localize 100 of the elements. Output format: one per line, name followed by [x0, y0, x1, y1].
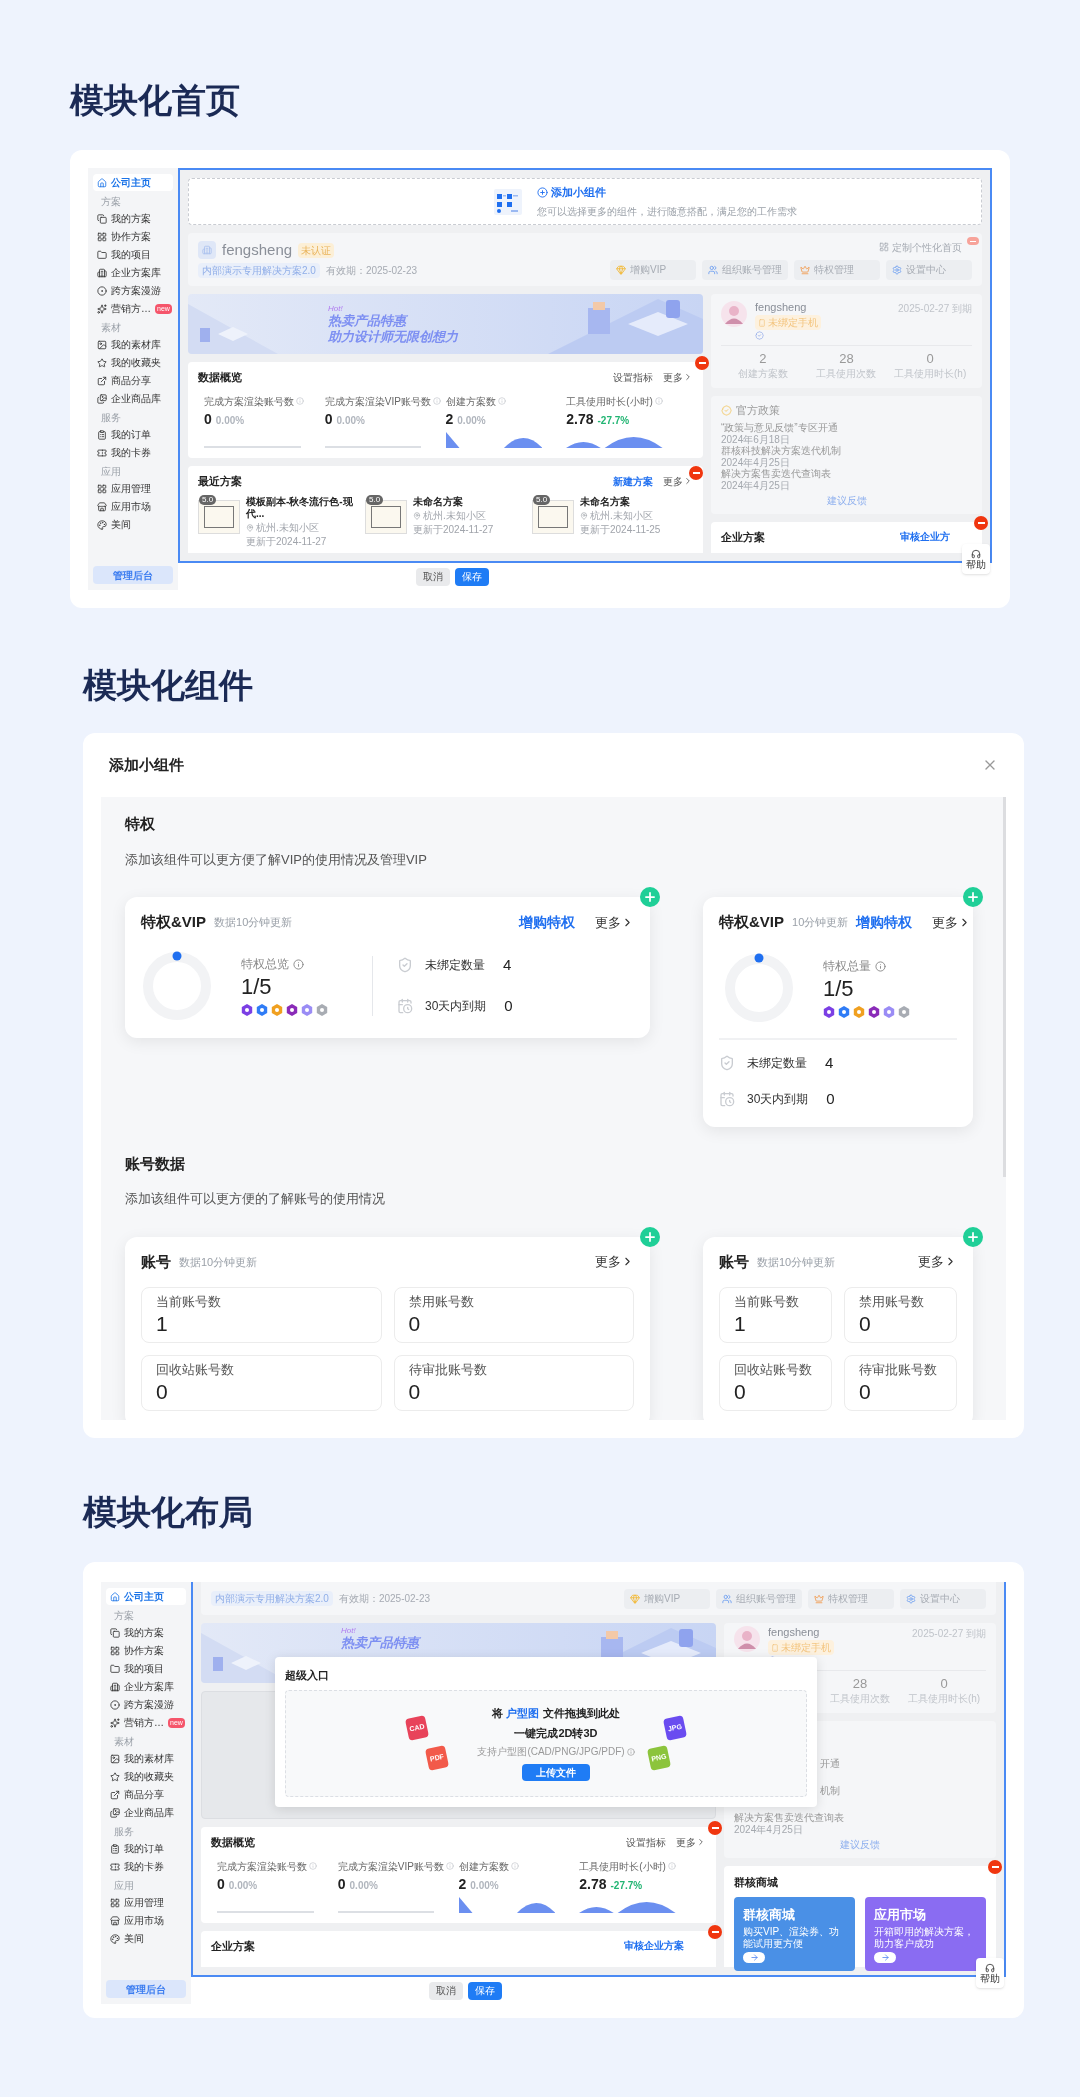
sidebar-item[interactable]: 我的方案	[93, 210, 173, 227]
sidebar-item[interactable]: 我的卡券	[93, 444, 173, 461]
remove-button[interactable]	[974, 515, 988, 530]
info-icon	[296, 397, 304, 405]
review-link[interactable]: 审核企业方案	[624, 1938, 684, 1953]
card-title: 最近方案	[198, 474, 242, 489]
gem-icon	[630, 1593, 640, 1604]
add-widget-panel[interactable]: 添加小组件 您可以选择更多的组件，进行随意搭配，满足您的工作需求	[188, 178, 982, 225]
help-button[interactable]: 帮助	[962, 544, 990, 574]
more-link[interactable]: 更多	[595, 912, 634, 932]
more-link[interactable]: 更多	[663, 369, 693, 385]
add-button[interactable]	[963, 1226, 983, 1247]
tile-value: 0	[734, 1379, 747, 1405]
sidebar-group-label: 方案	[113, 1609, 134, 1623]
arrow-button[interactable]	[874, 1952, 896, 1963]
policy-date: 2024年4月25日	[721, 479, 791, 491]
new-plan-link[interactable]: 新建方案	[613, 473, 653, 489]
sidebar-item[interactable]: 我的方案	[106, 1624, 186, 1641]
arrow-button[interactable]	[743, 1952, 765, 1963]
save-button[interactable]: 保存	[455, 567, 489, 586]
sidebar-item[interactable]: 我的项目	[93, 246, 173, 263]
sidebar-item[interactable]: 我的项目	[106, 1660, 186, 1677]
plan-item[interactable]: 5.0 未命名方案 杭州.未知小区 更新于2024-11-27	[365, 495, 526, 548]
metric-change: 0.00%	[336, 413, 365, 428]
level-badge-icon	[301, 1004, 313, 1016]
sidebar-item[interactable]: 美间	[106, 1930, 186, 1947]
set-metrics-link[interactable]: 设置指标	[626, 1834, 666, 1850]
sidebar-item[interactable]: 企业商品库	[93, 390, 173, 407]
sidebar-item[interactable]: 企业方案库	[93, 264, 173, 281]
metric-change: 0.00%	[470, 1878, 499, 1893]
save-button[interactable]: 保存	[468, 1981, 502, 2000]
ticket-icon	[97, 447, 107, 458]
add-button[interactable]	[640, 1226, 660, 1247]
plan-item[interactable]: 5.0 未命名方案 杭州.未知小区 更新于2024-11-25	[532, 495, 693, 548]
sidebar-item[interactable]: 公司主页	[106, 1588, 186, 1605]
banner-slogan: 热卖产品特惠	[328, 312, 409, 329]
sidebar-group-label: 应用	[100, 465, 121, 479]
policy-date: 2024年4月25日	[721, 456, 791, 468]
sidebar-item[interactable]: 跨方案漫游	[106, 1696, 186, 1713]
sidebar-item[interactable]: 我的素材库	[106, 1750, 186, 1767]
metric-value: 0	[337, 1874, 346, 1894]
phone-badge: 未绑定手机	[755, 315, 821, 330]
cancel-button[interactable]: 取消	[429, 1981, 463, 2000]
more-link[interactable]: 更多	[918, 1252, 957, 1272]
sidebar-item[interactable]: 协作方案	[93, 228, 173, 245]
sidebar-item[interactable]: 美间	[93, 516, 173, 533]
headset-icon	[985, 1962, 995, 1973]
policy-date: 2024年4月25日	[734, 1824, 804, 1835]
sidebar-item[interactable]: 商品分享	[106, 1786, 186, 1803]
remove-button[interactable]	[689, 466, 703, 480]
sidebar-item[interactable]: 我的收藏夹	[93, 354, 173, 371]
format-hint: 支持户型图(CAD/PNG/JPG/PDF)	[477, 1744, 635, 1760]
level-badge-icon	[316, 1004, 328, 1016]
more-link[interactable]: 更多	[595, 1252, 634, 1272]
help-button[interactable]: 帮助	[976, 1958, 1004, 1988]
banner-slogan: 热卖产品特惠	[341, 1635, 422, 1651]
stat-value: 28	[839, 351, 854, 366]
review-link[interactable]: 审核企业方	[900, 528, 950, 544]
upload-button[interactable]: 上传文件	[522, 1764, 590, 1782]
card-title: 数据概览	[198, 370, 242, 385]
sidebar-item[interactable]: 我的卡券	[106, 1858, 186, 1875]
chevron-right-icon	[696, 1837, 706, 1848]
widget-title: 特权&VIP	[719, 912, 784, 932]
sidebar-item[interactable]: 应用管理	[106, 1894, 186, 1911]
remove-button[interactable]	[988, 1860, 1002, 1874]
sidebar-item[interactable]: 我的订单	[106, 1840, 186, 1857]
sidebar-item[interactable]: 我的素材库	[93, 336, 173, 353]
sidebar-item[interactable]: 应用市场	[106, 1912, 186, 1929]
add-button[interactable]	[963, 887, 983, 907]
sparkle-icon	[97, 303, 107, 314]
sidebar-item[interactable]: 商品分享	[93, 372, 173, 389]
sidebar-item[interactable]: 应用管理	[93, 480, 173, 497]
section-heading: 账号数据	[125, 1153, 186, 1174]
more-link[interactable]: 更多	[932, 912, 972, 932]
buy-link[interactable]: 增购特权	[519, 911, 575, 933]
remove-button[interactable]	[695, 356, 709, 370]
remove-button[interactable]	[967, 237, 979, 245]
sidebar-item[interactable]: 企业商品库	[106, 1804, 186, 1821]
cancel-button[interactable]: 取消	[416, 567, 450, 586]
sidebar-item[interactable]: 公司主页	[93, 174, 173, 191]
sidebar-item[interactable]: 我的收藏夹	[106, 1768, 186, 1785]
sidebar-item[interactable]: 企业方案库	[106, 1678, 186, 1695]
tile-value: 0	[156, 1379, 169, 1405]
sidebar-item[interactable]: 协作方案	[106, 1642, 186, 1659]
remove-button[interactable]	[708, 1925, 722, 1939]
sidebar-item[interactable]: 跨方案漫游	[93, 282, 173, 299]
more-link[interactable]: 更多	[676, 1834, 706, 1850]
buy-link[interactable]: 增购特权	[856, 911, 913, 933]
set-metrics-link[interactable]: 设置指标	[613, 369, 653, 385]
metric-value: 0	[324, 409, 333, 429]
sidebar-item[interactable]: 我的订单	[93, 426, 173, 443]
widget-grid-icon	[493, 187, 523, 216]
more-link[interactable]: 更多	[663, 473, 693, 489]
plan-item[interactable]: 5.0 模板副本-秋冬流行色-现代... 杭州.未知小区 更新于2024-11-27	[198, 495, 359, 548]
add-button[interactable]	[640, 887, 660, 907]
level-badge-icon	[823, 1006, 835, 1018]
store-icon	[97, 501, 107, 512]
remove-button[interactable]	[708, 1821, 722, 1835]
promo-tile[interactable]: 应用市场 开箱即用的解决方案，助力客户成功	[865, 1896, 986, 1971]
sidebar-item[interactable]: 应用市场	[93, 498, 173, 515]
